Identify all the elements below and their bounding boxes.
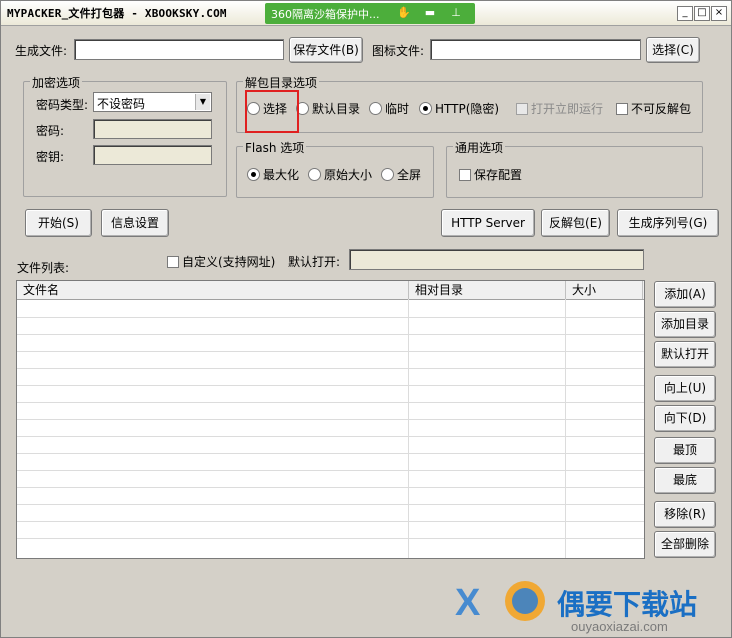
output-file-input[interactable] <box>74 39 284 60</box>
svg-text:X: X <box>455 582 481 624</box>
table-row <box>17 317 644 318</box>
maximize-button[interactable]: □ <box>694 6 710 21</box>
table-row <box>17 402 644 403</box>
column-divider <box>408 299 409 558</box>
table-row <box>17 453 644 454</box>
title-bar: MYPACKER_文件打包器 - XBOOKSKY.COM 360隔离沙箱保护中… <box>1 1 731 26</box>
checkbox-icon[interactable] <box>167 256 179 268</box>
password-field[interactable] <box>93 119 212 139</box>
password-type-value: 不设密码 <box>97 97 146 111</box>
extract-group-title: 解包目录选项 <box>243 74 320 91</box>
http-server-button[interactable]: HTTP Server <box>441 209 535 237</box>
radio-icon[interactable] <box>369 102 382 115</box>
icon-file-input[interactable] <box>430 39 641 60</box>
common-group-title: 通用选项 <box>453 139 506 156</box>
sandbox-label: 360隔离沙箱保护中... <box>271 8 380 21</box>
save-config-checkbox[interactable]: 保存配置 <box>459 166 522 183</box>
table-row <box>17 504 644 505</box>
hand-icon[interactable]: ✋ <box>397 7 411 19</box>
app-window: MYPACKER_文件打包器 - XBOOKSKY.COM 360隔离沙箱保护中… <box>0 0 732 638</box>
checkbox-icon[interactable] <box>516 103 528 115</box>
flash-group-title: Flash 选项 <box>243 139 307 156</box>
checkbox-icon[interactable] <box>459 169 471 181</box>
table-header: 文件名 相对目录 大小 <box>17 281 644 300</box>
watermark-brand: 偶要下载站 <box>557 588 698 621</box>
file-table[interactable]: 文件名 相对目录 大小 <box>16 280 645 559</box>
watermark-logo: X 偶要下载站 ouyaoxiazai.com <box>453 577 697 634</box>
radio-default-dir[interactable]: 默认目录 <box>296 100 360 117</box>
save-file-button[interactable]: 保存文件(B) <box>289 37 363 63</box>
add-button[interactable]: 添加(A) <box>654 281 716 308</box>
radio-icon[interactable] <box>381 168 394 181</box>
radio-http-hidden[interactable]: HTTP(隐密) <box>419 100 499 117</box>
radio-maximize[interactable]: 最大化 <box>247 166 299 183</box>
custom-url-checkbox[interactable]: 自定义(支持网址) <box>167 253 275 270</box>
key-field[interactable] <box>93 145 212 165</box>
move-top-button[interactable]: 最顶 <box>654 437 716 464</box>
move-down-button[interactable]: 向下(D) <box>654 405 716 432</box>
xbook-logo-icon: X <box>455 581 545 624</box>
column-size[interactable]: 大小 <box>566 281 643 299</box>
table-row <box>17 538 644 539</box>
encrypt-group-title: 加密选项 <box>30 74 83 91</box>
table-row <box>17 436 644 437</box>
minimize-button[interactable]: _ <box>677 6 693 21</box>
radio-checked-icon[interactable] <box>419 102 432 115</box>
file-list-label: 文件列表: <box>17 261 70 275</box>
column-divider <box>565 299 566 558</box>
table-row <box>17 351 644 352</box>
column-relative-dir[interactable]: 相对目录 <box>409 281 566 299</box>
highlight-box <box>245 90 299 133</box>
radio-fullscreen[interactable]: 全屏 <box>381 166 421 183</box>
table-row <box>17 487 644 488</box>
chevron-down-icon[interactable]: ▼ <box>195 94 210 110</box>
table-row <box>17 521 644 522</box>
start-button[interactable]: 开始(S) <box>25 209 92 237</box>
output-file-label: 生成文件: <box>15 44 68 58</box>
radio-icon[interactable] <box>308 168 321 181</box>
password-label: 密码: <box>36 124 65 138</box>
move-bottom-button[interactable]: 最底 <box>654 467 716 494</box>
table-row <box>17 419 644 420</box>
default-open-input[interactable] <box>349 249 644 270</box>
radio-checked-icon[interactable] <box>247 168 260 181</box>
add-dir-button[interactable]: 添加目录 <box>654 311 716 338</box>
column-filename[interactable]: 文件名 <box>17 281 409 299</box>
password-type-select[interactable]: 不设密码 ▼ <box>93 92 212 112</box>
radio-original-size[interactable]: 原始大小 <box>308 166 372 183</box>
delete-all-button[interactable]: 全部删除 <box>654 531 716 558</box>
move-up-button[interactable]: 向上(U) <box>654 375 716 402</box>
folder-icon[interactable]: ▬ <box>423 7 437 19</box>
checkbox-icon[interactable] <box>616 103 628 115</box>
generate-serial-button[interactable]: 生成序列号(G) <box>617 209 719 237</box>
window-title: MYPACKER_文件打包器 - XBOOKSKY.COM <box>7 7 227 20</box>
default-open-button[interactable]: 默认打开 <box>654 341 716 368</box>
pin-icon[interactable]: ⊥ <box>449 7 463 19</box>
radio-temp[interactable]: 临时 <box>369 100 409 117</box>
table-row <box>17 470 644 471</box>
watermark-url: ouyaoxiazai.com <box>571 619 668 634</box>
default-open-label: 默认打开: <box>288 255 341 269</box>
table-row <box>17 368 644 369</box>
key-label: 密钥: <box>36 150 65 164</box>
password-type-label: 密码类型: <box>36 98 89 112</box>
close-button[interactable]: × <box>711 6 727 21</box>
table-row <box>17 385 644 386</box>
sandbox-badge[interactable]: 360隔离沙箱保护中... ✋ ▬ ⊥ <box>265 3 475 24</box>
select-icon-button[interactable]: 选择(C) <box>646 37 700 63</box>
no-unpack-checkbox[interactable]: 不可反解包 <box>616 100 691 117</box>
remove-button[interactable]: 移除(R) <box>654 501 716 528</box>
open-run-checkbox[interactable]: 打开立即运行 <box>516 100 603 117</box>
table-row <box>17 334 644 335</box>
icon-file-label: 图标文件: <box>372 44 425 58</box>
unpack-button[interactable]: 反解包(E) <box>541 209 610 237</box>
info-settings-button[interactable]: 信息设置 <box>101 209 169 237</box>
